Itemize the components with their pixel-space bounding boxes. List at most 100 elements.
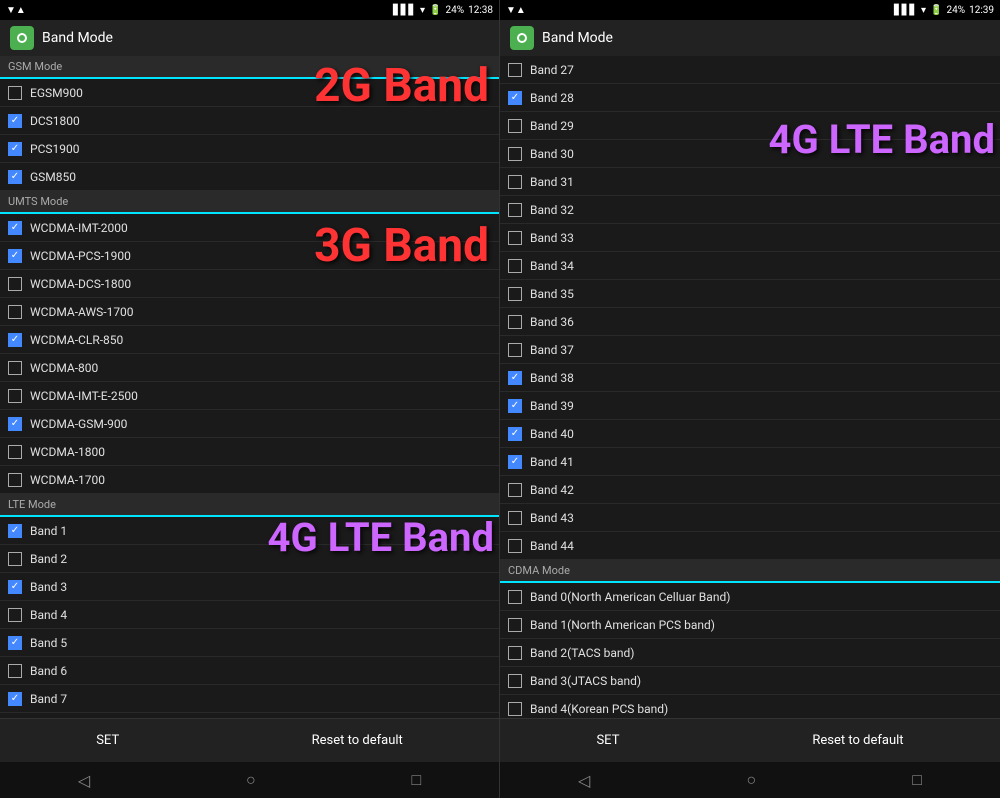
list-item[interactable]: Band 7 (0, 685, 499, 713)
list-item[interactable]: Band 33 (500, 224, 1000, 252)
reset-button-left[interactable]: Reset to default (292, 725, 423, 756)
cb[interactable] (508, 203, 522, 217)
cb[interactable] (508, 702, 522, 716)
cb[interactable] (8, 580, 22, 594)
list-item[interactable]: WCDMA-DCS-1800 (0, 270, 499, 298)
cb[interactable] (508, 674, 522, 688)
list-item[interactable]: GSM850 (0, 163, 499, 191)
cb[interactable] (508, 259, 522, 273)
list-item[interactable]: Band 6 (0, 657, 499, 685)
list-item[interactable]: Band 5 (0, 629, 499, 657)
cb[interactable] (8, 636, 22, 650)
recents-icon-right[interactable]: □ (912, 770, 922, 790)
cb[interactable] (508, 119, 522, 133)
list-item[interactable]: Band 40 (500, 420, 1000, 448)
list-item[interactable]: Band 4(Korean PCS band) (500, 695, 1000, 718)
cb[interactable] (508, 646, 522, 660)
list-item[interactable]: Band 35 (500, 280, 1000, 308)
bottom-bar-left: SET Reset to default (0, 718, 499, 762)
cb[interactable] (8, 221, 22, 235)
list-item[interactable]: Band 34 (500, 252, 1000, 280)
list-item[interactable]: Band 38 (500, 364, 1000, 392)
list-item[interactable]: Band 32 (500, 196, 1000, 224)
list-item[interactable]: Band 36 (500, 308, 1000, 336)
cb[interactable] (508, 590, 522, 604)
content-right[interactable]: Band 27 Band 28 Band 29 Band 30 Band 31 … (500, 56, 1000, 718)
cdma-items: Band 0(North American Celluar Band) Band… (500, 583, 1000, 718)
set-button-left[interactable]: SET (76, 725, 139, 756)
reset-button-right[interactable]: Reset to default (792, 725, 923, 756)
cb[interactable] (8, 473, 22, 487)
list-item[interactable]: WCDMA-IMT-E-2500 (0, 382, 499, 410)
list-item[interactable]: WCDMA-1700 (0, 466, 499, 494)
list-item[interactable]: Band 41 (500, 448, 1000, 476)
back-icon-left[interactable]: ◁ (78, 771, 90, 790)
cb[interactable] (8, 333, 22, 347)
list-item[interactable]: Band 31 (500, 168, 1000, 196)
cb[interactable] (508, 539, 522, 553)
cb[interactable] (508, 618, 522, 632)
cb[interactable] (508, 399, 522, 413)
item-label: Band 32 (530, 203, 574, 217)
list-item[interactable]: Band 1(North American PCS band) (500, 611, 1000, 639)
cb[interactable] (8, 249, 22, 263)
cb[interactable] (508, 287, 522, 301)
cb[interactable] (508, 175, 522, 189)
cb[interactable] (8, 664, 22, 678)
cb[interactable] (508, 231, 522, 245)
list-item[interactable]: WCDMA-800 (0, 354, 499, 382)
list-item[interactable]: Band 42 (500, 476, 1000, 504)
cb[interactable] (8, 305, 22, 319)
item-label: Band 37 (530, 343, 574, 357)
home-icon-right[interactable]: ○ (746, 770, 756, 790)
checkbox-pcs1900[interactable] (8, 142, 22, 156)
cb[interactable] (508, 147, 522, 161)
home-icon-left[interactable]: ○ (246, 770, 256, 790)
cb[interactable] (508, 483, 522, 497)
title-bar-left: Band Mode (0, 20, 499, 56)
app-icon-left (10, 26, 34, 50)
list-item[interactable]: WCDMA-CLR-850 (0, 326, 499, 354)
list-item[interactable]: Band 39 (500, 392, 1000, 420)
cb[interactable] (508, 343, 522, 357)
checkbox-dcs1800[interactable] (8, 114, 22, 128)
cb[interactable] (8, 552, 22, 566)
list-item[interactable]: Band 4 (0, 601, 499, 629)
list-item[interactable]: Band 28 (500, 84, 1000, 112)
cb[interactable] (8, 608, 22, 622)
item-label: WCDMA-IMT-2000 (30, 221, 128, 235)
list-item[interactable]: Band 3(JTACS band) (500, 667, 1000, 695)
cb[interactable] (508, 91, 522, 105)
set-button-right[interactable]: SET (576, 725, 639, 756)
list-item[interactable]: Band 0(North American Celluar Band) (500, 583, 1000, 611)
list-item[interactable]: Band 44 (500, 532, 1000, 560)
cb[interactable] (8, 445, 22, 459)
list-item[interactable]: WCDMA-AWS-1700 (0, 298, 499, 326)
recents-icon-left[interactable]: □ (411, 770, 421, 790)
cb[interactable] (8, 692, 22, 706)
cb[interactable] (508, 427, 522, 441)
list-item[interactable]: Band 8 (0, 713, 499, 718)
cb[interactable] (508, 315, 522, 329)
list-item[interactable]: WCDMA-GSM-900 (0, 410, 499, 438)
cb[interactable] (8, 417, 22, 431)
list-item[interactable]: Band 2(TACS band) (500, 639, 1000, 667)
cb[interactable] (508, 455, 522, 469)
checkbox-egsm900[interactable] (8, 86, 22, 100)
list-item[interactable]: Band 37 (500, 336, 1000, 364)
cb[interactable] (508, 63, 522, 77)
cb[interactable] (8, 361, 22, 375)
list-item[interactable]: PCS1900 (0, 135, 499, 163)
list-item[interactable]: Band 43 (500, 504, 1000, 532)
back-icon-right[interactable]: ◁ (578, 771, 590, 790)
content-left[interactable]: GSM Mode EGSM900 DCS1800 PCS1900 GSM850 (0, 56, 499, 718)
cb[interactable] (508, 371, 522, 385)
list-item[interactable]: WCDMA-1800 (0, 438, 499, 466)
list-item[interactable]: Band 27 (500, 56, 1000, 84)
list-item[interactable]: Band 3 (0, 573, 499, 601)
cb[interactable] (8, 277, 22, 291)
cb[interactable] (508, 511, 522, 525)
cb[interactable] (8, 524, 22, 538)
checkbox-gsm850[interactable] (8, 170, 22, 184)
cb[interactable] (8, 389, 22, 403)
